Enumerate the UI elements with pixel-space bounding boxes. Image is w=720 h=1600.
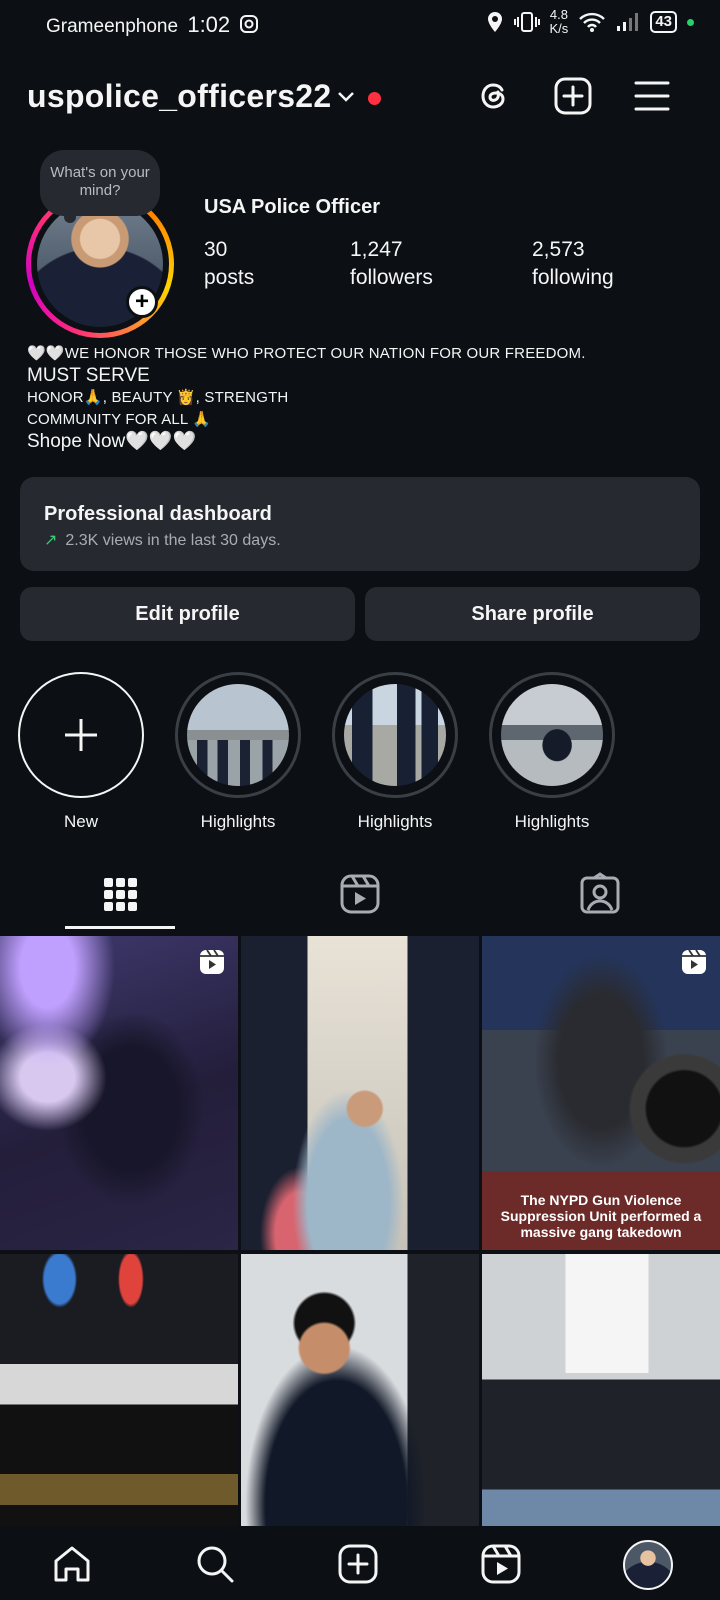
dashboard-subtitle: ↗ 2.3K views in the last 30 days. xyxy=(44,530,281,550)
posts-grid-tab[interactable] xyxy=(90,870,150,920)
reel-badge-icon xyxy=(682,949,706,974)
followers-count[interactable]: 1,247 followers xyxy=(350,236,433,292)
highlight-cover-image xyxy=(187,684,289,786)
status-bar: Grameenphone 1:02 4.8 K/s 43 xyxy=(0,0,720,44)
post-image xyxy=(482,1254,720,1568)
post-thumbnail[interactable] xyxy=(241,936,479,1250)
stat-label: followers xyxy=(350,266,433,289)
notification-dot xyxy=(368,92,381,105)
highlight-label: Highlights xyxy=(200,812,276,831)
reel-badge-icon xyxy=(200,949,224,974)
search-icon[interactable] xyxy=(193,1542,237,1586)
display-name: USA Police Officer xyxy=(204,196,380,218)
post-image xyxy=(241,936,479,1250)
dashboard-title: Professional dashboard xyxy=(44,503,272,525)
post-caption-overlay: The NYPD Gun Violence Suppression Unit p… xyxy=(500,1192,702,1240)
highlight-item[interactable]: Highlights xyxy=(332,672,458,832)
create-post-icon[interactable] xyxy=(336,1542,380,1586)
network-speed: 4.8 K/s xyxy=(550,8,569,36)
highlight-label: New xyxy=(63,812,98,831)
highlight-item[interactable]: Highlights xyxy=(175,672,301,832)
reels-tab[interactable] xyxy=(330,870,390,920)
chevron-down-icon[interactable] xyxy=(336,90,356,104)
trend-up-icon: ↗ xyxy=(44,532,58,549)
add-story-icon[interactable]: + xyxy=(126,286,158,318)
post-thumbnail[interactable] xyxy=(482,1254,720,1568)
stat-value: 1,247 xyxy=(350,238,403,261)
stat-label: following xyxy=(532,266,614,289)
plus-icon xyxy=(65,719,97,751)
profile-header: uspolice_officers22 xyxy=(0,72,720,122)
bio-line: 🤍🤍WE HONOR THOSE WHO PROTECT OUR NATION … xyxy=(27,345,586,362)
post-image xyxy=(241,1254,479,1568)
stat-value: 30 xyxy=(204,238,228,261)
battery-indicator: 43 xyxy=(650,11,677,33)
carrier-name: Grameenphone xyxy=(46,16,179,37)
bio-line: Shope Now🤍🤍🤍 xyxy=(27,431,197,452)
tagged-tab[interactable] xyxy=(570,870,630,920)
note-bubble[interactable]: What's on your mind? xyxy=(40,150,160,223)
post-image xyxy=(0,1254,238,1568)
post-image xyxy=(0,936,238,1250)
bio-line: HONOR🙏, BEAUTY 👸, STRENGTH xyxy=(27,389,289,406)
active-tab-indicator xyxy=(65,926,175,929)
threads-icon[interactable] xyxy=(474,76,514,116)
highlight-new[interactable]: New xyxy=(18,672,144,832)
bio-line: COMMUNITY FOR ALL 🙏 xyxy=(27,411,212,428)
speed-value: 4.8 xyxy=(549,7,568,22)
posts-count[interactable]: 30 posts xyxy=(204,236,254,292)
signal-icon xyxy=(617,13,639,31)
post-thumbnail[interactable] xyxy=(241,1254,479,1568)
following-count[interactable]: 2,573 following xyxy=(532,236,614,292)
vibrate-icon xyxy=(513,12,540,32)
professional-dashboard-card[interactable]: Professional dashboard ↗ 2.3K views in th… xyxy=(20,477,700,571)
post-thumbnail[interactable] xyxy=(0,936,238,1250)
highlight-cover-image xyxy=(501,684,603,786)
highlight-item[interactable]: Highlights xyxy=(489,672,615,832)
highlight-label: Highlights xyxy=(514,812,590,831)
speed-unit: K/s xyxy=(549,21,569,36)
bio-line: MUST SERVE xyxy=(27,365,150,386)
edit-profile-button[interactable]: Edit profile xyxy=(20,587,355,641)
create-icon[interactable] xyxy=(553,76,593,116)
wifi-icon xyxy=(579,12,606,32)
stat-value: 2,573 xyxy=(532,238,585,261)
dashboard-views-text: 2.3K views in the last 30 days. xyxy=(65,532,281,549)
stat-label: posts xyxy=(204,266,255,289)
status-carrier: Grameenphone 1:02 xyxy=(46,12,259,38)
home-icon[interactable] xyxy=(50,1542,94,1586)
post-thumbnail[interactable]: The NYPD Gun Violence Suppression Unit p… xyxy=(482,936,720,1250)
menu-icon[interactable] xyxy=(632,76,672,116)
post-thumbnail[interactable] xyxy=(0,1254,238,1568)
profile-tabs xyxy=(0,860,720,932)
username-switcher[interactable]: uspolice_officers22 xyxy=(27,78,332,115)
instagram-notification-icon xyxy=(240,15,259,33)
location-icon xyxy=(487,12,502,32)
highlight-label: Highlights xyxy=(357,812,433,831)
profile-avatar[interactable] xyxy=(623,1540,673,1590)
share-profile-button[interactable]: Share profile xyxy=(365,587,700,641)
clock: 1:02 xyxy=(187,12,231,37)
profile-bio: 🤍🤍WE HONOR THOSE WHO PROTECT OUR NATION … xyxy=(27,343,707,453)
bottom-navigation xyxy=(0,1526,720,1600)
reels-icon[interactable] xyxy=(479,1542,523,1586)
privacy-indicator-dot xyxy=(687,18,694,26)
highlight-cover-image xyxy=(344,684,446,786)
